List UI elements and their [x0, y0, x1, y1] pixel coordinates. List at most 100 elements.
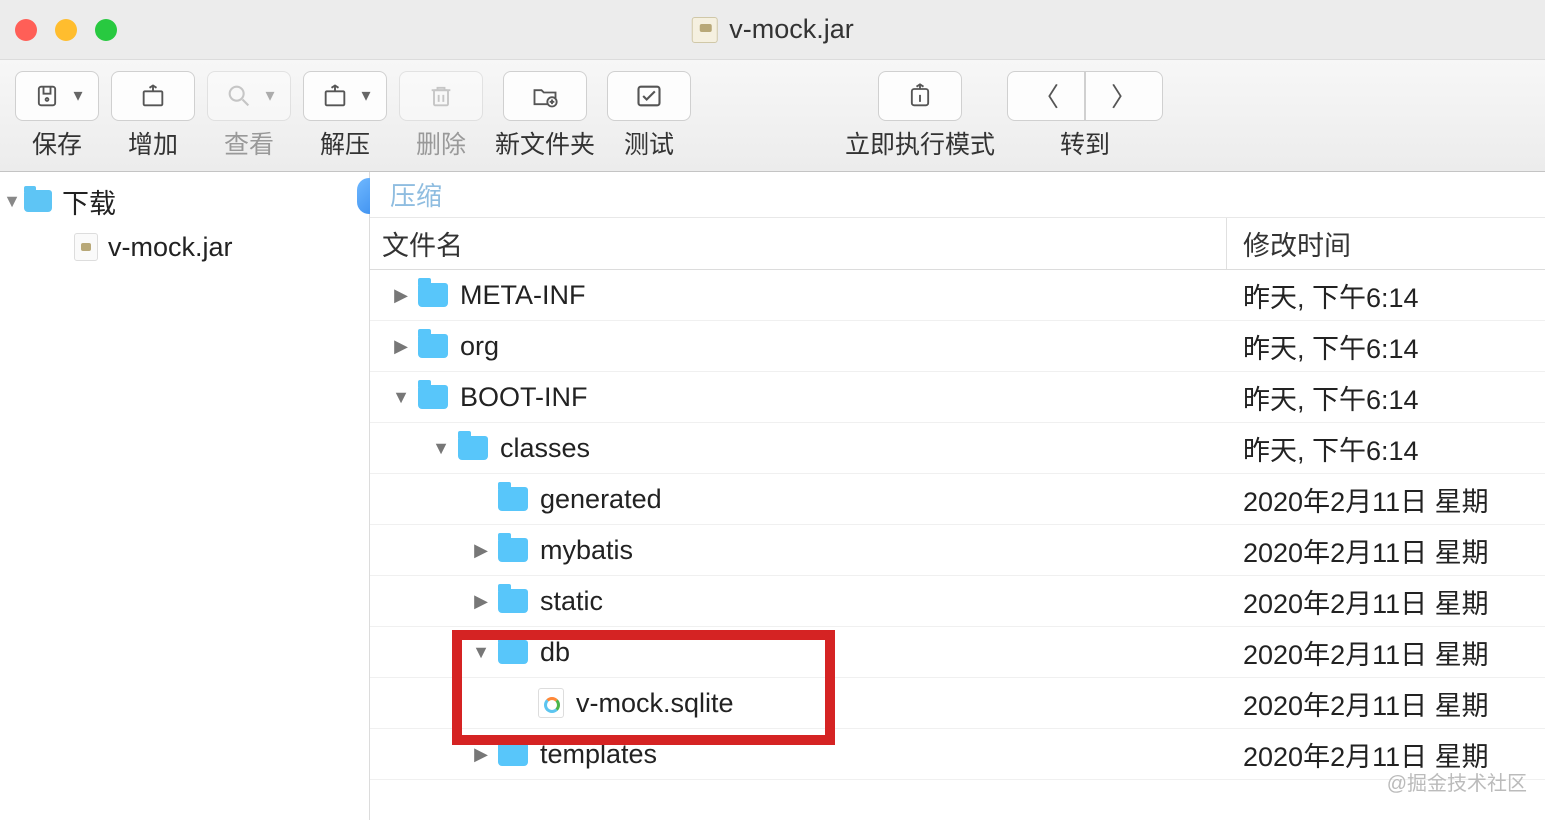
- triangle-right-icon[interactable]: ▶: [470, 744, 492, 765]
- row-name: db: [540, 637, 570, 668]
- row-mtime: 2020年2月11日 星期: [1227, 633, 1545, 672]
- extract-icon: [319, 80, 351, 112]
- header-filename[interactable]: 文件名: [370, 218, 1227, 269]
- row-name: BOOT-INF: [460, 382, 588, 413]
- save-label: 保存: [32, 125, 82, 161]
- sidebar: ▼ 下载 v-mock.jar: [0, 172, 370, 820]
- chevron-down-icon: ▾: [73, 85, 82, 106]
- test-button[interactable]: [607, 71, 691, 121]
- main-panel: 压缩 文件名 修改时间 ▶ META-INF 昨天, 下午6:14 ▶ org 昨天, 下…: [370, 172, 1545, 820]
- status-label: 压缩: [390, 176, 442, 213]
- body: ▼ 下载 v-mock.jar 压缩 文件名 修改时间 ▶ META-INF 昨天,…: [0, 172, 1545, 820]
- test-label: 测试: [624, 125, 674, 161]
- column-headers: 文件名 修改时间: [370, 218, 1545, 270]
- folder-row[interactable]: ▼ BOOT-INF 昨天, 下午6:14: [370, 372, 1545, 423]
- delete-button[interactable]: [399, 71, 483, 121]
- folder-icon: [498, 538, 528, 562]
- delete-label: 删除: [416, 125, 466, 161]
- triangle-down-icon[interactable]: ▼: [390, 387, 412, 408]
- row-name: static: [540, 586, 603, 617]
- file-list: ▶ META-INF 昨天, 下午6:14 ▶ org 昨天, 下午6:14 ▼ BOOT-I…: [370, 270, 1545, 820]
- checkmark-icon: [633, 80, 665, 112]
- row-name: classes: [500, 433, 590, 464]
- magnifier-icon: [223, 80, 255, 112]
- sidebar-item-downloads[interactable]: ▼ 下载: [0, 178, 369, 224]
- folder-row[interactable]: ▶templates2020年2月11日 星期: [370, 729, 1545, 780]
- sidebar-item-label: 下载: [62, 182, 116, 221]
- folder-icon: [498, 742, 528, 766]
- row-mtime: 2020年2月11日 星期: [1227, 684, 1545, 723]
- maximize-window-button[interactable]: [95, 19, 117, 41]
- nav-forward-button[interactable]: 〉: [1085, 71, 1163, 121]
- chevron-right-icon: 〉: [1111, 77, 1137, 114]
- row-mtime: 2020年2月11日 星期: [1227, 531, 1545, 570]
- nav-back-button[interactable]: 〈: [1007, 71, 1085, 121]
- row-mtime: 2020年2月11日 星期: [1227, 582, 1545, 621]
- folder-icon: [458, 436, 488, 460]
- trash-icon: [425, 80, 457, 112]
- add-box-icon: [137, 80, 169, 112]
- jar-icon: [691, 17, 717, 43]
- view-label: 查看: [224, 125, 274, 161]
- row-name: org: [460, 331, 499, 362]
- watermark: @掘金技术社区: [1387, 767, 1527, 796]
- extract-label: 解压: [320, 125, 370, 161]
- triangle-right-icon[interactable]: ▶: [470, 591, 492, 612]
- row-name: META-INF: [460, 280, 585, 311]
- folder-row[interactable]: ▶ static 2020年2月11日 星期: [370, 576, 1545, 627]
- jar-icon: [74, 233, 98, 261]
- add-label: 增加: [128, 125, 178, 161]
- folder-row[interactable]: ▶ org 昨天, 下午6:14: [370, 321, 1545, 372]
- minimize-window-button[interactable]: [55, 19, 77, 41]
- traffic-lights: [0, 19, 117, 41]
- sqlite-file-icon: [538, 688, 564, 718]
- header-mtime[interactable]: 修改时间: [1227, 218, 1545, 269]
- triangle-right-icon[interactable]: ▶: [470, 540, 492, 561]
- new-folder-label: 新文件夹: [495, 125, 595, 161]
- run-mode-button[interactable]: [878, 71, 962, 121]
- triangle-right-icon[interactable]: ▶: [390, 285, 412, 306]
- row-mtime: 昨天, 下午6:14: [1227, 429, 1545, 468]
- file-row[interactable]: ▶v-mock.sqlite2020年2月11日 星期: [370, 678, 1545, 729]
- toolbar: ▾ 保存 增加 ▾ 查看 ▾ 解压: [0, 60, 1545, 172]
- window-title: v-mock.jar: [729, 14, 854, 45]
- row-mtime: 昨天, 下午6:14: [1227, 327, 1545, 366]
- folder-row[interactable]: ▶ META-INF 昨天, 下午6:14: [370, 270, 1545, 321]
- folder-icon: [498, 487, 528, 511]
- folder-row[interactable]: ▶ mybatis 2020年2月11日 星期: [370, 525, 1545, 576]
- chevron-down-icon: ▾: [361, 85, 370, 106]
- window-title-wrap: v-mock.jar: [691, 14, 854, 45]
- folder-icon: [418, 334, 448, 358]
- extract-button[interactable]: ▾: [303, 71, 387, 121]
- folder-icon: [24, 190, 52, 212]
- folder-icon: [418, 385, 448, 409]
- row-name: v-mock.sqlite: [576, 688, 734, 719]
- chevron-left-icon: 〈: [1033, 77, 1059, 114]
- run-mode-label: 立即执行模式: [845, 125, 995, 161]
- triangle-down-icon[interactable]: ▼: [430, 438, 452, 459]
- new-folder-button[interactable]: [503, 71, 587, 121]
- save-button[interactable]: ▾: [15, 71, 99, 121]
- folder-icon: [418, 283, 448, 307]
- row-name: mybatis: [540, 535, 633, 566]
- folder-row[interactable]: ▶generated2020年2月11日 星期: [370, 474, 1545, 525]
- view-button[interactable]: ▾: [207, 71, 291, 121]
- triangle-down-icon[interactable]: ▼: [470, 642, 492, 663]
- triangle-right-icon[interactable]: ▶: [390, 336, 412, 357]
- add-button[interactable]: [111, 71, 195, 121]
- row-mtime: 昨天, 下午6:14: [1227, 378, 1545, 417]
- titlebar: v-mock.jar: [0, 0, 1545, 60]
- row-mtime: 2020年2月11日 星期: [1227, 480, 1545, 519]
- sidebar-item-vmock-jar[interactable]: v-mock.jar: [0, 224, 369, 270]
- folder-row[interactable]: ▼ db 2020年2月11日 星期: [370, 627, 1545, 678]
- folder-icon: [498, 640, 528, 664]
- row-name: templates: [540, 739, 657, 770]
- status-bar: 压缩: [370, 172, 1545, 218]
- chevron-down-icon: ▾: [265, 85, 274, 106]
- folder-row[interactable]: ▼ classes 昨天, 下午6:14: [370, 423, 1545, 474]
- close-window-button[interactable]: [15, 19, 37, 41]
- triangle-down-icon: ▼: [0, 191, 24, 212]
- row-name: generated: [540, 484, 662, 515]
- row-mtime: 昨天, 下午6:14: [1227, 276, 1545, 315]
- sidebar-item-label: v-mock.jar: [108, 232, 233, 263]
